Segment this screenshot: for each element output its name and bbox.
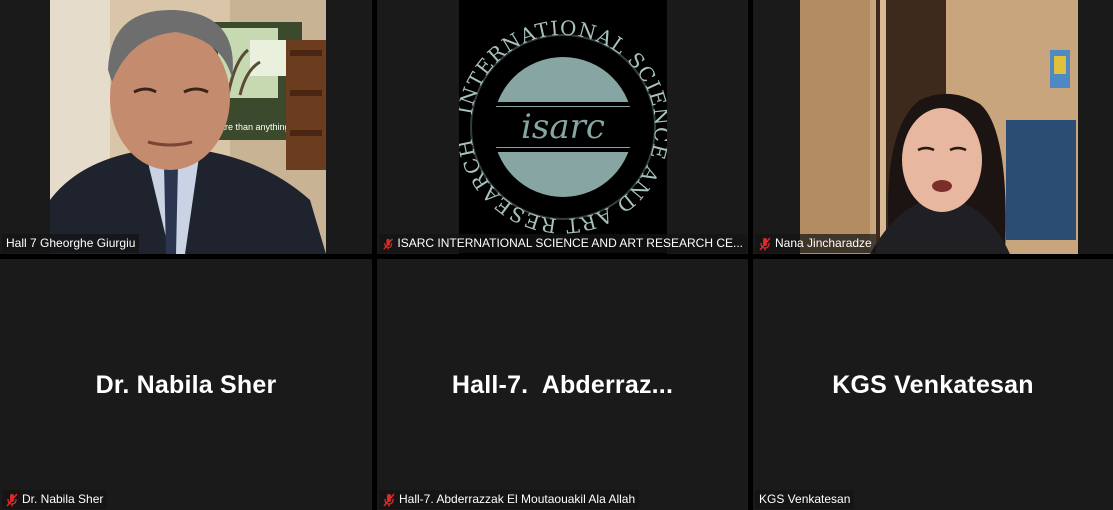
mic-muted-icon — [383, 493, 395, 506]
participant-tile-isarc[interactable]: INTERNATIONAL SCIENCE AND ART RESEARCH C… — [377, 0, 748, 254]
participant-name-tag: Hall-7. Abderrazzak El Moutaouakil Ala A… — [379, 490, 640, 509]
participant-name: ISARC INTERNATIONAL SCIENCE AND ART RESE… — [397, 236, 743, 250]
gallery-view: are than anything Hall 7 Gheorghe Giurgi… — [0, 0, 1113, 510]
video-frame: are than anything — [50, 0, 326, 254]
logo-center-text: isarc — [521, 107, 605, 147]
participant-name: Dr. Nabila Sher — [22, 492, 104, 506]
video-frame — [800, 0, 1078, 254]
participant-name-tag: Nana Jincharadze — [755, 234, 876, 253]
mic-muted-icon — [759, 237, 771, 250]
participant-video: are than anything — [50, 0, 326, 254]
participant-name: Nana Jincharadze — [775, 236, 872, 250]
poster-text: are than anything — [220, 122, 290, 132]
participant-video — [800, 0, 1078, 254]
mic-muted-icon — [6, 493, 18, 506]
participant-tile-nana-jincharadze[interactable]: Nana Jincharadze — [753, 0, 1113, 254]
participant-tile-nabila-sher[interactable]: Dr. Nabila Sher Dr. Nabila Sher — [0, 259, 372, 510]
isarc-logo: INTERNATIONAL SCIENCE AND ART RESEARCH C… — [459, 0, 667, 254]
participant-name-tag: ISARC INTERNATIONAL SCIENCE AND ART RESE… — [379, 234, 747, 253]
participant-tile-kgs-venkatesan[interactable]: KGS Venkatesan KGS Venkatesan — [753, 259, 1113, 510]
participant-name-tag: KGS Venkatesan — [755, 490, 855, 509]
participant-name-tag: Hall 7 Gheorghe Giurgiu — [2, 234, 140, 253]
participant-name: Hall 7 Gheorghe Giurgiu — [6, 236, 136, 250]
participant-tile-gheorghe-giurgiu[interactable]: are than anything Hall 7 Gheorghe Giurgi… — [0, 0, 372, 254]
participant-tile-abderrazzak[interactable]: Hall-7. Abderraz... Hall-7. Abderrazzak … — [377, 259, 748, 510]
participant-center-name: Hall-7. Abderraz... — [451, 371, 674, 399]
mic-muted-icon — [383, 237, 393, 250]
participant-name: Hall-7. Abderrazzak El Moutaouakil Ala A… — [399, 492, 636, 506]
participant-video: INTERNATIONAL SCIENCE AND ART RESEARCH C… — [459, 0, 667, 254]
participant-name: KGS Venkatesan — [759, 492, 851, 506]
participant-name-tag: Dr. Nabila Sher — [2, 490, 108, 509]
participant-center-name: Dr. Nabila Sher — [95, 371, 277, 399]
participant-center-name: KGS Venkatesan — [832, 371, 1034, 399]
